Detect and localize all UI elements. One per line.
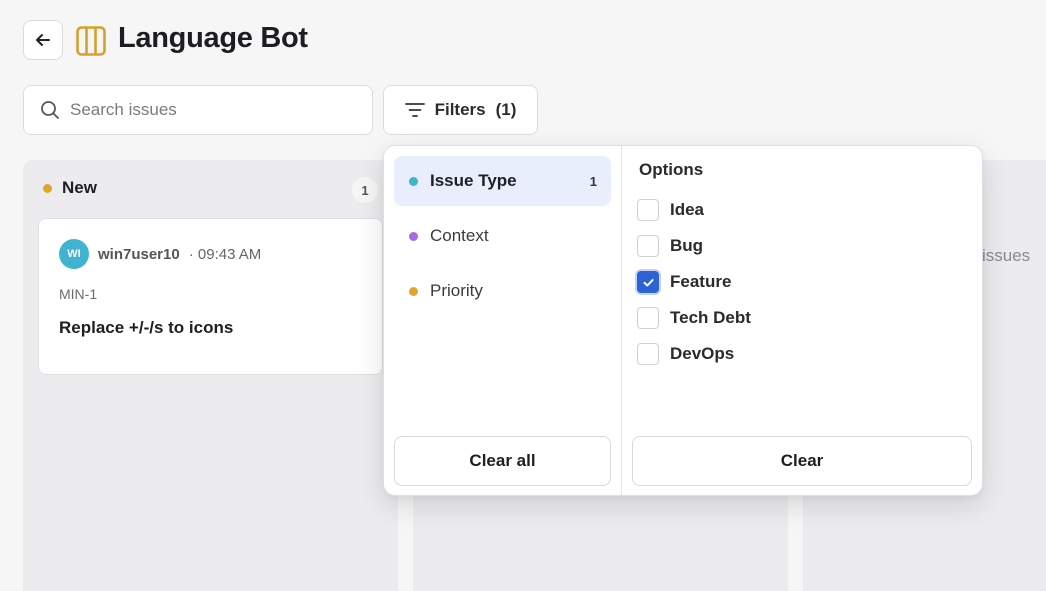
filter-category-issue-type[interactable]: Issue Type 1 [394, 156, 611, 206]
option-label: Bug [670, 236, 704, 255]
filter-options: Options Idea Bug Feature Tech Debt DevOp… [622, 146, 984, 495]
checkbox[interactable] [637, 235, 659, 257]
search-box[interactable] [23, 85, 373, 135]
filter-category-priority[interactable]: Priority [394, 266, 611, 316]
checkbox[interactable] [637, 199, 659, 221]
card-id: MIN-1 [59, 286, 98, 302]
option-bug[interactable]: Bug [637, 235, 703, 257]
filter-icon [404, 103, 425, 117]
column-new: New 1 WI win7user10 · 09:43 AM MIN-1 Rep… [23, 160, 398, 591]
status-dot [43, 183, 52, 193]
page: Language Bot Filters (1) New 1 WI win7us… [0, 0, 1046, 591]
page-title: Language Bot [118, 22, 308, 54]
option-label: Feature [670, 272, 732, 291]
filters-label: Filters [434, 100, 486, 119]
category-count: 1 [589, 173, 597, 189]
option-label: DevOps [670, 344, 735, 363]
filter-categories: Issue Type 1 Context Priority Clear all [384, 146, 622, 495]
arrow-left-icon [36, 34, 50, 46]
checkbox-checked[interactable] [637, 271, 659, 293]
options-heading: Options [639, 160, 704, 179]
option-idea[interactable]: Idea [637, 199, 704, 221]
filters-button[interactable]: Filters (1) [383, 85, 538, 135]
back-button[interactable] [23, 20, 63, 60]
category-label: Issue Type [430, 171, 517, 190]
option-label: Idea [670, 200, 705, 219]
check-icon [643, 278, 654, 287]
category-dot [409, 286, 418, 296]
card-title: Replace +/-/s to icons [59, 318, 234, 337]
category-label: Context [430, 226, 489, 245]
filter-dropdown: Issue Type 1 Context Priority Clear all … [383, 145, 983, 496]
clear-all-button[interactable]: Clear all [394, 436, 611, 486]
column-header: New [43, 178, 97, 198]
search-input[interactable] [70, 100, 350, 120]
filter-category-context[interactable]: Context [394, 211, 611, 261]
columns-icon [76, 26, 106, 56]
card-time: · 09:43 AM [188, 245, 262, 263]
checkbox[interactable] [637, 307, 659, 329]
column-count-badge: 1 [352, 177, 378, 203]
option-feature[interactable]: Feature [637, 271, 731, 293]
avatar: WI [59, 239, 89, 269]
category-label: Priority [430, 281, 483, 300]
column-title: New [62, 178, 97, 197]
category-dot [409, 176, 418, 186]
category-dot [409, 231, 418, 241]
option-tech-debt[interactable]: Tech Debt [637, 307, 751, 329]
search-icon [41, 101, 59, 119]
option-devops[interactable]: DevOps [637, 343, 734, 365]
clear-button[interactable]: Clear [632, 436, 972, 486]
filters-count: (1) [495, 100, 517, 119]
issue-card[interactable]: WI win7user10 · 09:43 AM MIN-1 Replace +… [38, 218, 383, 375]
empty-column-text: issues [982, 246, 1031, 265]
option-label: Tech Debt [670, 308, 751, 327]
card-meta: WI win7user10 · 09:43 AM [59, 239, 261, 269]
checkbox[interactable] [637, 343, 659, 365]
card-user: win7user10 [98, 245, 180, 263]
